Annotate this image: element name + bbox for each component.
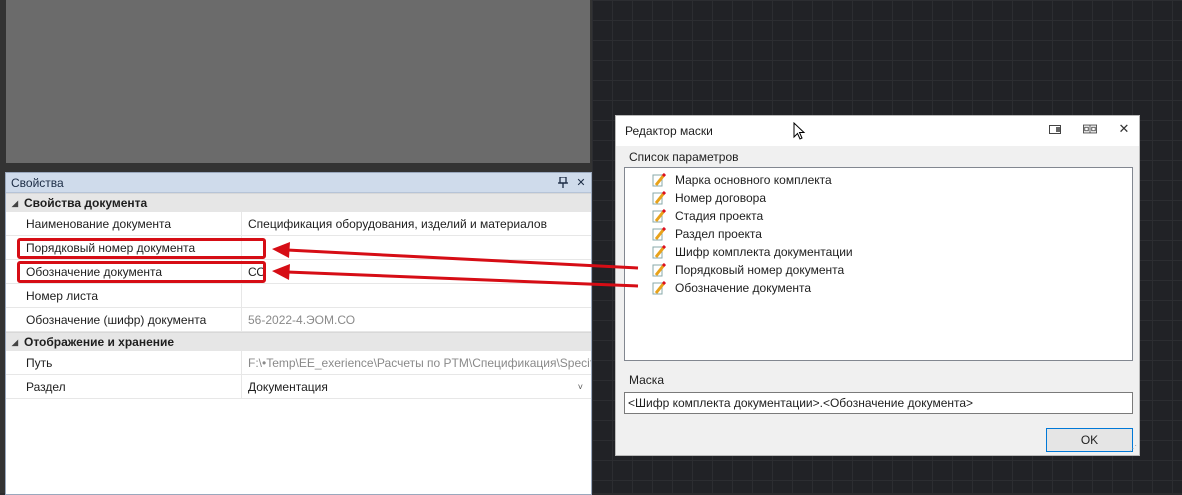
arrow-head-doc-number: [272, 242, 290, 258]
arrow-doc-designation: [286, 270, 639, 288]
annotation-arrows: [272, 242, 639, 288]
arrow-doc-number: [286, 248, 639, 270]
arrow-head-doc-designation: [272, 264, 290, 280]
